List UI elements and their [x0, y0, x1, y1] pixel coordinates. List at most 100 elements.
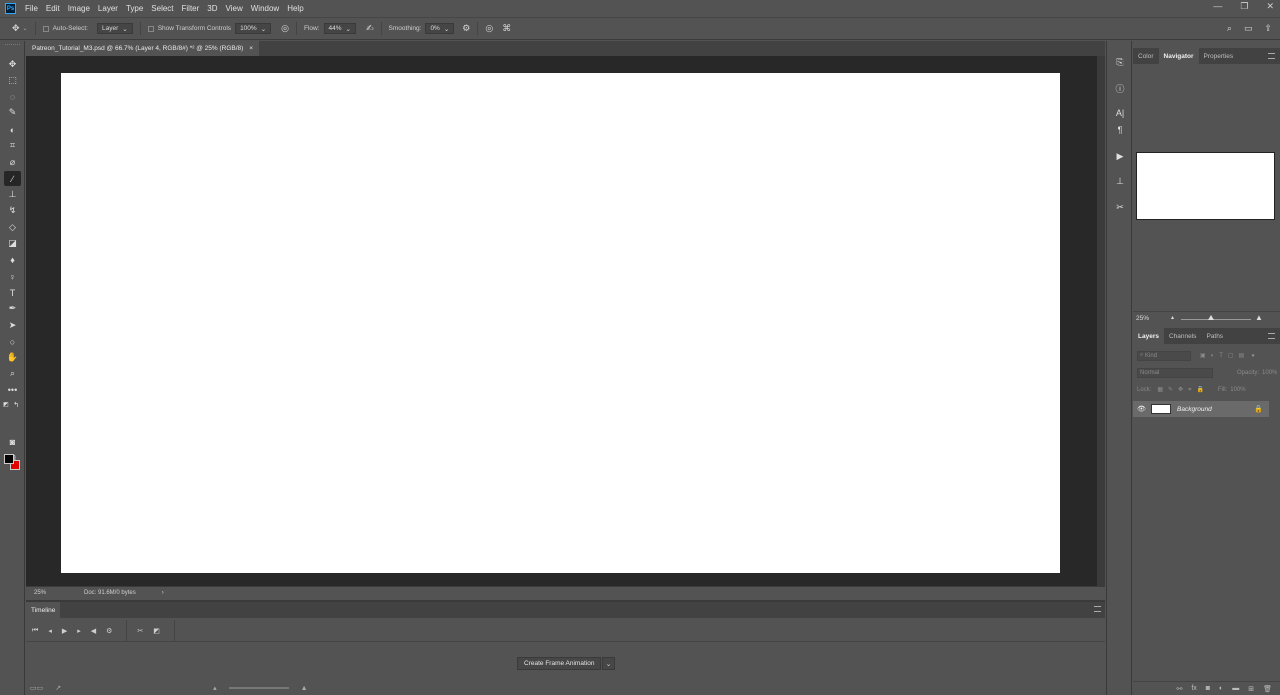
dodge-tool-icon[interactable]: ♀: [4, 269, 21, 284]
close-icon[interactable]: ×: [249, 45, 253, 52]
minimize-button[interactable]: —: [1213, 1, 1222, 12]
convert-icon[interactable]: ▭▭: [30, 684, 43, 692]
new-layer-icon[interactable]: ⊞: [1248, 685, 1254, 693]
layer-row[interactable]: 👁 Background 🔒: [1133, 401, 1269, 417]
vertical-scrollbar[interactable]: [1097, 56, 1105, 586]
menu-file[interactable]: File: [25, 4, 38, 13]
brush-tool-icon[interactable]: ∕: [4, 171, 21, 186]
fill-value[interactable]: 100%: [1230, 387, 1245, 393]
move-tool-preset-icon[interactable]: ✥: [12, 23, 20, 34]
default-colors-icon[interactable]: ◩: [1, 397, 11, 412]
workspace-icon[interactable]: ▭: [1244, 23, 1253, 34]
zoom-tool-icon[interactable]: ⌕: [4, 366, 21, 381]
link-layers-icon[interactable]: ⚯: [1176, 685, 1182, 693]
navigator-preview[interactable]: [1136, 152, 1275, 220]
blur-tool-icon[interactable]: ♦: [4, 252, 21, 267]
symmetry-icon[interactable]: ⌘: [502, 23, 511, 34]
chevron-down-icon[interactable]: ⌄: [602, 657, 615, 670]
character-icon[interactable]: A|: [1112, 106, 1128, 120]
settings-icon[interactable]: ⚙: [106, 627, 112, 635]
filter-type-icons[interactable]: ▣◐T▢▤: [1200, 352, 1249, 359]
smoothing-dropdown[interactable]: 0% ⌄: [425, 23, 455, 34]
lock-icons[interactable]: ▦✎✥⌗🔒: [1157, 386, 1209, 394]
document-canvas[interactable]: [61, 73, 1060, 573]
type-tool-icon[interactable]: T: [4, 285, 21, 300]
pressure-size-icon[interactable]: ◎: [485, 23, 493, 34]
create-frame-animation-button[interactable]: Create Frame Animation: [517, 657, 602, 670]
zoom-level[interactable]: 25%: [34, 590, 74, 596]
menu-edit[interactable]: Edit: [46, 4, 60, 13]
timeline-zoom-slider[interactable]: [228, 687, 289, 689]
more-tools-icon[interactable]: •••: [4, 382, 21, 397]
next-frame-icon[interactable]: ▸: [77, 627, 81, 635]
zoom-out-icon[interactable]: ▴: [1171, 314, 1174, 321]
split-icon[interactable]: ✂: [137, 627, 143, 635]
menu-view[interactable]: View: [226, 4, 243, 13]
tab-paths[interactable]: Paths: [1201, 328, 1228, 344]
document-tab[interactable]: Patreon_Tutorial_M3.psd @ 66.7% (Layer 4…: [26, 41, 260, 56]
kind-filter-dropdown[interactable]: ⌕ Kind: [1137, 350, 1191, 361]
object-select-tool-icon[interactable]: ◐: [4, 122, 21, 137]
menu-help[interactable]: Help: [287, 4, 303, 13]
search-icon[interactable]: ⌕: [1227, 23, 1232, 34]
actions-icon[interactable]: ▶: [1112, 149, 1128, 163]
history-brush-tool-icon[interactable]: ↯: [4, 203, 21, 218]
previous-frame-icon[interactable]: ◂: [48, 627, 52, 635]
status-info-arrow[interactable]: ›: [162, 590, 164, 596]
menu-3d[interactable]: 3D: [207, 4, 217, 13]
pressure-opacity-icon[interactable]: ◎: [281, 23, 289, 34]
tab-color[interactable]: Color: [1133, 48, 1159, 64]
history-icon[interactable]: ⎘: [1112, 55, 1128, 69]
tab-properties[interactable]: Properties: [1199, 48, 1239, 64]
menu-window[interactable]: Window: [251, 4, 279, 13]
timeline-tab[interactable]: Timeline: [26, 602, 61, 618]
crop-tool-icon[interactable]: ⌗: [4, 138, 21, 153]
preset-dropdown-icon[interactable]: ⌄: [23, 25, 28, 32]
new-group-icon[interactable]: ▬: [1232, 685, 1239, 692]
layer-style-icon[interactable]: fx: [1191, 685, 1196, 692]
restore-button[interactable]: ❐: [1240, 1, 1248, 12]
audio-icon[interactable]: ◀: [91, 627, 96, 635]
menu-image[interactable]: Image: [68, 4, 90, 13]
navigator-zoom-value[interactable]: 25%: [1136, 315, 1149, 322]
filter-toggle-icon[interactable]: ●: [1251, 353, 1255, 359]
opacity-value[interactable]: 100%: [1262, 370, 1277, 376]
navigator-zoom-slider[interactable]: [1181, 319, 1251, 320]
zoom-in-icon[interactable]: ▲: [301, 685, 308, 692]
clone-stamp-tool-icon[interactable]: ⊥: [4, 187, 21, 202]
share-icon[interactable]: ⇪: [1264, 23, 1272, 34]
zoom-in-icon[interactable]: ▲: [1255, 313, 1263, 322]
gear-icon[interactable]: ⚙: [462, 23, 470, 34]
tab-layers[interactable]: Layers: [1133, 328, 1164, 344]
add-mask-icon[interactable]: ◙: [1206, 685, 1210, 692]
tab-navigator[interactable]: Navigator: [1158, 48, 1199, 64]
eye-icon[interactable]: 👁: [1136, 405, 1147, 413]
delete-layer-icon[interactable]: 🗑: [1263, 685, 1272, 693]
lasso-tool-icon[interactable]: ◌: [4, 89, 21, 104]
pen-tool-icon[interactable]: ✒: [4, 301, 21, 316]
menu-filter[interactable]: Filter: [182, 4, 200, 13]
hand-tool-icon[interactable]: ✋: [4, 350, 21, 365]
marquee-tool-icon[interactable]: ⬚: [4, 73, 21, 88]
eraser-tool-icon[interactable]: ◇: [4, 220, 21, 235]
auto-select-dropdown[interactable]: Layer ⌄: [97, 23, 133, 34]
menu-select[interactable]: Select: [151, 4, 173, 13]
quick-selection-tool-icon[interactable]: ✎: [4, 105, 21, 120]
canvas-area[interactable]: [26, 56, 1097, 586]
play-icon[interactable]: ▶: [62, 627, 67, 635]
adjustment-layer-icon[interactable]: ◐: [1219, 685, 1223, 692]
panel-menu-icon[interactable]: [1094, 606, 1101, 612]
airbrush-icon[interactable]: ✍: [366, 23, 374, 34]
blend-mode-dropdown[interactable]: Normal: [1137, 367, 1213, 378]
clone-source-icon[interactable]: ⊥: [1112, 174, 1128, 188]
panel-menu-icon[interactable]: [1268, 53, 1275, 59]
first-frame-icon[interactable]: ⏮: [32, 627, 38, 635]
foreground-color-swatch[interactable]: [4, 454, 14, 464]
opacity-dropdown[interactable]: 100% ⌄: [235, 23, 272, 34]
paint-bucket-tool-icon[interactable]: ◪: [4, 236, 21, 251]
close-button[interactable]: ✕: [1266, 1, 1274, 12]
swap-colors-icon[interactable]: ↰: [11, 397, 21, 412]
render-icon[interactable]: ↗: [55, 684, 61, 692]
path-selection-tool-icon[interactable]: ➤: [4, 318, 21, 333]
menu-type[interactable]: Type: [126, 4, 143, 13]
